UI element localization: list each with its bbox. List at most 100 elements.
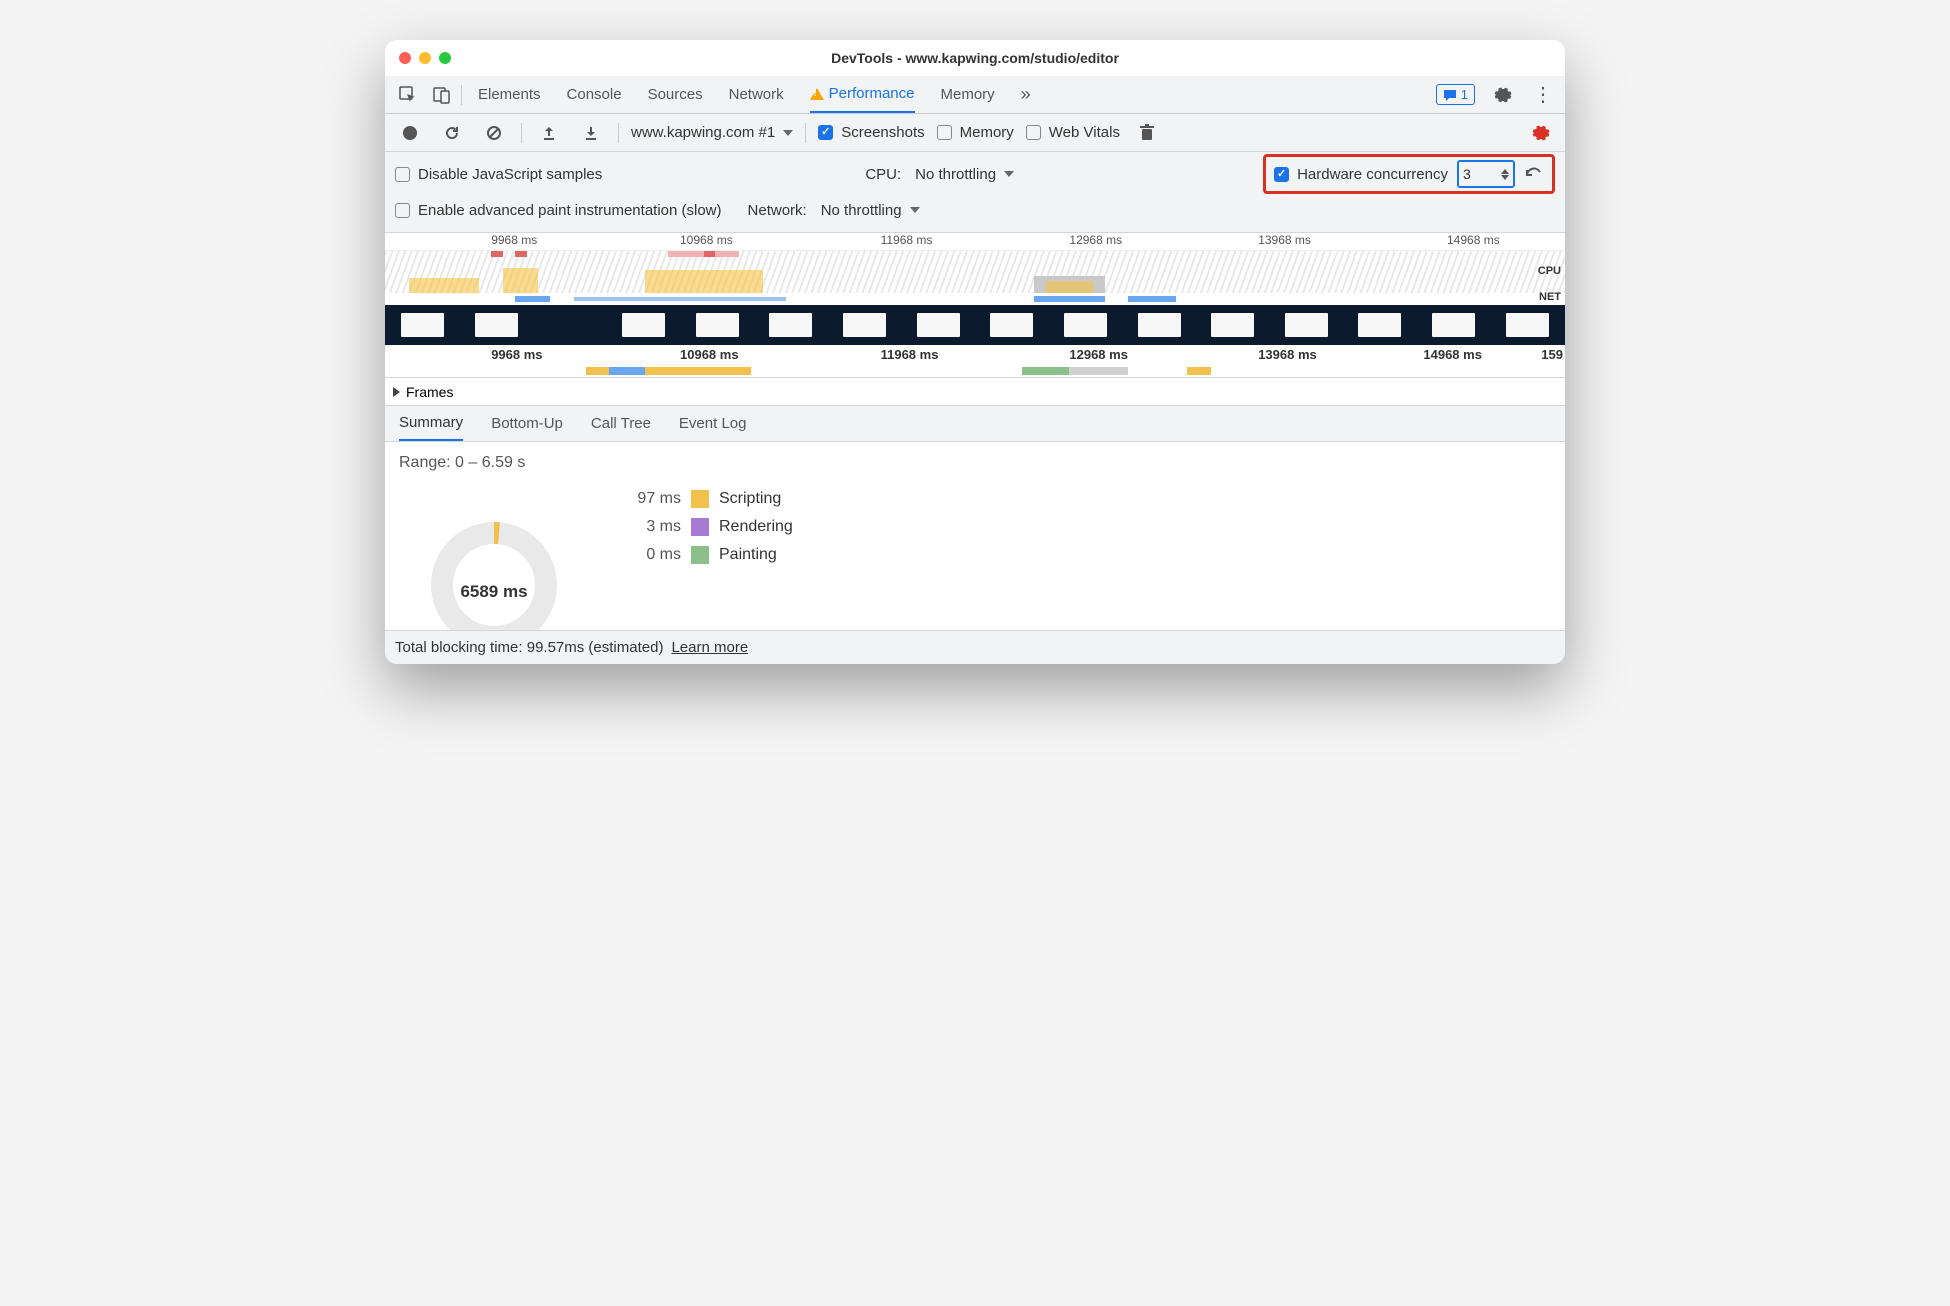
filmstrip-frame[interactable] — [387, 307, 459, 343]
maximize-window-button[interactable] — [439, 52, 451, 64]
download-icon[interactable] — [576, 118, 606, 148]
cpu-throttle-dropdown[interactable]: No throttling — [915, 166, 1014, 183]
details-subtabs: Summary Bottom-Up Call Tree Event Log — [385, 406, 1565, 442]
ruler-tick: 159 — [1541, 347, 1563, 362]
range-label: Range: 0 – 6.59 s — [399, 454, 1551, 472]
cpu-strip-label: CPU — [1538, 265, 1561, 277]
filmstrip-frame[interactable] — [1491, 307, 1563, 343]
checkbox-icon — [395, 203, 410, 218]
checkbox-checked-icon — [1274, 167, 1289, 182]
net-strip-label: NET — [1539, 291, 1561, 303]
number-stepper-icon[interactable] — [1501, 169, 1509, 180]
legend-row-scripting: 97 ms Scripting — [619, 490, 793, 508]
capture-settings-gear-icon[interactable] — [1525, 118, 1555, 148]
ruler-tick: 14968 ms — [1423, 347, 1482, 362]
close-window-button[interactable] — [399, 52, 411, 64]
tab-sources[interactable]: Sources — [648, 76, 703, 113]
adv-paint-checkbox[interactable]: Enable advanced paint instrumentation (s… — [395, 202, 722, 219]
subtab-event-log[interactable]: Event Log — [679, 406, 747, 441]
page-selector-value: www.kapwing.com #1 — [631, 124, 775, 141]
webvitals-checkbox[interactable]: Web Vitals — [1026, 124, 1120, 141]
chevron-down-icon — [910, 207, 920, 213]
filmstrip-frame[interactable] — [682, 307, 754, 343]
donut-total: 6589 ms — [460, 582, 527, 602]
tab-console[interactable]: Console — [567, 76, 622, 113]
legend-row-rendering: 3 ms Rendering — [619, 518, 793, 536]
ruler-tick: 9968 ms — [491, 347, 542, 362]
messages-count: 1 — [1461, 87, 1468, 102]
tab-elements[interactable]: Elements — [478, 76, 541, 113]
minimize-window-button[interactable] — [419, 52, 431, 64]
legend-swatch — [691, 490, 709, 508]
filmstrip-frame[interactable] — [902, 307, 974, 343]
filmstrip-frame[interactable] — [829, 307, 901, 343]
tab-memory[interactable]: Memory — [941, 76, 995, 113]
tabbar-right: 1 ⋮ — [1436, 80, 1557, 110]
timeline-overview[interactable]: 9968 ms 10968 ms 11968 ms 12968 ms 13968… — [385, 233, 1565, 378]
tab-network[interactable]: Network — [729, 76, 784, 113]
ruler-tick: 14968 ms — [1447, 233, 1500, 247]
reload-record-button[interactable] — [437, 118, 467, 148]
titlebar: DevTools - www.kapwing.com/studio/editor — [385, 40, 1565, 76]
ruler-tick: 13968 ms — [1258, 233, 1311, 247]
upload-icon[interactable] — [534, 118, 564, 148]
subtab-call-tree[interactable]: Call Tree — [591, 406, 651, 441]
reset-concurrency-icon[interactable] — [1524, 164, 1544, 184]
legend-swatch — [691, 518, 709, 536]
hardware-concurrency-checkbox[interactable]: Hardware concurrency — [1274, 166, 1448, 183]
hardware-concurrency-input[interactable]: 3 — [1458, 161, 1514, 187]
network-label: Network: — [748, 202, 807, 219]
legend-value: 3 ms — [619, 518, 681, 536]
network-throttle-dropdown[interactable]: No throttling — [821, 202, 920, 219]
filmstrip-frame[interactable] — [461, 307, 533, 343]
record-button[interactable] — [395, 118, 425, 148]
page-selector[interactable]: www.kapwing.com #1 — [631, 124, 793, 141]
status-footer: Total blocking time: 99.57ms (estimated)… — [385, 630, 1565, 664]
disable-js-checkbox[interactable]: Disable JavaScript samples — [395, 166, 602, 183]
device-toggle-icon[interactable] — [427, 80, 457, 110]
subtab-summary[interactable]: Summary — [399, 406, 463, 441]
filmstrip-frame[interactable] — [1344, 307, 1416, 343]
screenshot-filmstrip[interactable] — [385, 305, 1565, 345]
separator — [521, 123, 522, 143]
settings-gear-icon[interactable] — [1487, 80, 1517, 110]
inspect-icon[interactable] — [393, 80, 423, 110]
summary-panel: Range: 0 – 6.59 s 6589 ms 97 ms Scriptin… — [385, 442, 1565, 630]
screenshots-checkbox[interactable]: Screenshots — [818, 124, 924, 141]
tab-more[interactable]: » — [1021, 76, 1031, 113]
disable-js-label: Disable JavaScript samples — [418, 166, 602, 183]
message-icon — [1443, 88, 1457, 102]
filmstrip-frame[interactable] — [976, 307, 1048, 343]
hardware-concurrency-value: 3 — [1463, 166, 1471, 182]
filmstrip-frame[interactable] — [534, 307, 606, 343]
messages-badge[interactable]: 1 — [1436, 84, 1475, 105]
more-menu-icon[interactable]: ⋮ — [1529, 82, 1557, 107]
subtab-bottom-up[interactable]: Bottom-Up — [491, 406, 563, 441]
frames-label: Frames — [406, 384, 453, 400]
warning-icon — [810, 88, 824, 100]
cpu-activity-strip: CPU — [385, 251, 1565, 293]
tab-performance[interactable]: Performance — [810, 76, 915, 113]
frames-track-header[interactable]: Frames — [385, 378, 1565, 406]
garbage-collect-icon[interactable] — [1132, 118, 1162, 148]
filmstrip-frame[interactable] — [1197, 307, 1269, 343]
filmstrip-frame[interactable] — [608, 307, 680, 343]
main-tabbar: Elements Console Sources Network Perform… — [385, 76, 1565, 114]
filmstrip-frame[interactable] — [755, 307, 827, 343]
ruler-tick: 13968 ms — [1258, 347, 1317, 362]
filmstrip-frame[interactable] — [1050, 307, 1122, 343]
checkbox-icon — [937, 125, 952, 140]
hardware-concurrency-group: Hardware concurrency 3 — [1263, 154, 1555, 194]
summary-legend: 97 ms Scripting 3 ms Rendering 0 ms Pain… — [619, 490, 793, 630]
time-ruler: 9968 ms 10968 ms 11968 ms 12968 ms 13968… — [385, 233, 1565, 251]
memory-checkbox[interactable]: Memory — [937, 124, 1014, 141]
ruler-tick: 12968 ms — [1069, 233, 1122, 247]
learn-more-link[interactable]: Learn more — [671, 639, 748, 656]
summary-donut-chart: 6589 ms — [399, 490, 589, 630]
traffic-lights — [385, 52, 451, 64]
filmstrip-frame[interactable] — [1123, 307, 1195, 343]
clear-button[interactable] — [479, 118, 509, 148]
filmstrip-frame[interactable] — [1418, 307, 1490, 343]
filmstrip-frame[interactable] — [1271, 307, 1343, 343]
legend-swatch — [691, 546, 709, 564]
